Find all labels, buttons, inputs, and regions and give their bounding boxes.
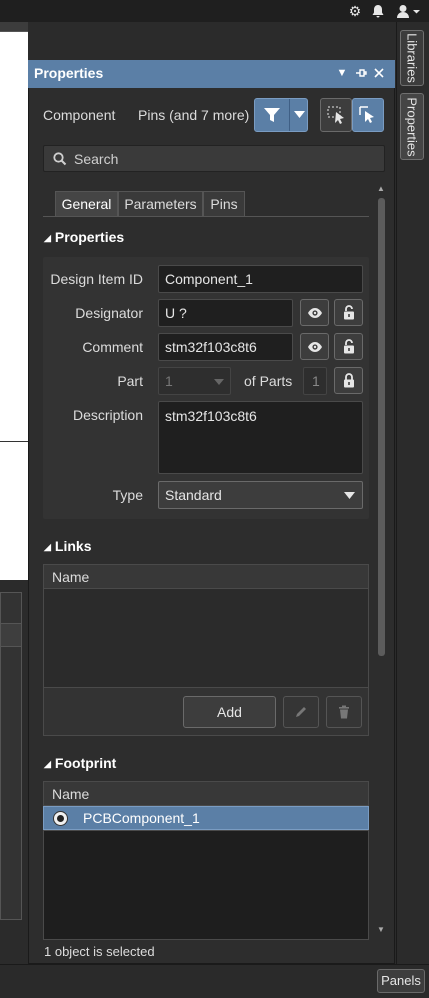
lock-icon bbox=[343, 373, 354, 388]
footprint-name: PCBComponent_1 bbox=[83, 810, 200, 826]
footprint-name-column: Name bbox=[52, 786, 90, 802]
type-label: Type bbox=[112, 487, 143, 503]
collapse-arrow-icon: ◢ bbox=[44, 542, 51, 552]
chevron-down-icon bbox=[344, 492, 355, 499]
description-label: Description bbox=[72, 407, 143, 423]
of-parts-label: of Parts bbox=[244, 373, 293, 389]
part-label: Part bbox=[117, 373, 143, 389]
close-icon[interactable] bbox=[372, 64, 386, 82]
properties-section-header[interactable]: ◢ Properties bbox=[44, 229, 124, 245]
designator-field[interactable]: U ? bbox=[158, 299, 293, 327]
collapse-arrow-icon: ◢ bbox=[44, 233, 51, 243]
links-table-header[interactable]: Name bbox=[43, 564, 369, 589]
chevron-down-icon bbox=[294, 111, 305, 118]
tab-libraries-label: Libraries bbox=[404, 33, 420, 83]
top-bar bbox=[0, 0, 429, 22]
tab-parameters[interactable]: Parameters bbox=[118, 191, 203, 217]
scrollbar-thumb[interactable] bbox=[378, 198, 385, 656]
eye-icon bbox=[307, 308, 322, 318]
links-section-header[interactable]: ◢ Links bbox=[44, 538, 92, 554]
canvas-wire bbox=[0, 441, 28, 442]
comment-visibility-button[interactable] bbox=[300, 333, 329, 360]
schematic-canvas[interactable] bbox=[0, 31, 28, 580]
description-field[interactable]: stm32f103c8t6 bbox=[158, 401, 363, 474]
chevron-down-icon bbox=[214, 379, 224, 385]
eye-icon bbox=[307, 342, 322, 352]
filter-pins-label: Pins (and 7 more) bbox=[138, 107, 250, 123]
selection-status: 1 object is selected bbox=[44, 944, 155, 959]
footprint-preview bbox=[43, 830, 369, 940]
select-touching-button[interactable] bbox=[352, 98, 384, 132]
gear-icon[interactable]: ⚙ bbox=[346, 2, 364, 20]
search-box[interactable] bbox=[43, 145, 385, 172]
scroll-up-icon[interactable]: ▲ bbox=[376, 184, 386, 194]
delete-link-button[interactable] bbox=[326, 696, 362, 728]
design-item-id-field[interactable]: Component_1 bbox=[158, 265, 363, 293]
side-tab-bar bbox=[396, 22, 429, 964]
designator-label: Designator bbox=[75, 305, 143, 321]
scroll-down-icon[interactable]: ▼ bbox=[376, 925, 386, 935]
type-select[interactable]: Standard bbox=[158, 481, 363, 509]
select-inside-icon bbox=[327, 106, 344, 124]
part-lock-button[interactable] bbox=[334, 367, 363, 394]
status-bar bbox=[0, 964, 429, 998]
links-section-title: Links bbox=[54, 538, 92, 554]
search-input[interactable] bbox=[74, 149, 374, 169]
footprint-table-header[interactable]: Name bbox=[43, 781, 369, 806]
panels-button[interactable]: Panels bbox=[377, 969, 425, 993]
table-row[interactable]: PCBComponent_1 bbox=[43, 806, 369, 830]
pin-icon[interactable] bbox=[354, 64, 368, 82]
radio-selected-icon[interactable] bbox=[52, 810, 69, 827]
tab-libraries[interactable]: Libraries bbox=[400, 30, 424, 86]
links-name-column: Name bbox=[52, 569, 90, 585]
panel-menu-icon[interactable]: ▼ bbox=[336, 64, 348, 82]
edit-link-button[interactable] bbox=[283, 696, 319, 728]
of-parts-value: 1 bbox=[303, 367, 327, 395]
type-select-value: Standard bbox=[165, 487, 222, 503]
unlock-icon bbox=[343, 339, 354, 354]
filter-button[interactable] bbox=[254, 98, 308, 132]
select-mode-button[interactable] bbox=[320, 98, 352, 132]
design-item-id-label: Design Item ID bbox=[50, 271, 143, 287]
tab-properties-label: Properties bbox=[404, 96, 420, 157]
select-touch-icon bbox=[359, 106, 374, 123]
tab-general[interactable]: General bbox=[55, 191, 118, 217]
part-select[interactable]: 1 bbox=[158, 367, 231, 395]
unlock-icon bbox=[343, 305, 354, 320]
tab-pins[interactable]: Pins bbox=[203, 191, 245, 217]
filter-icon bbox=[264, 108, 280, 122]
collapse-arrow-icon: ◢ bbox=[44, 759, 51, 769]
footprint-section-header[interactable]: ◢ Footprint bbox=[44, 755, 116, 771]
bell-icon[interactable] bbox=[370, 2, 386, 20]
panel-title: Properties bbox=[34, 65, 104, 81]
bottom-panel-header bbox=[0, 623, 22, 647]
filter-component-label: Component bbox=[43, 107, 116, 123]
designator-visibility-button[interactable] bbox=[300, 299, 329, 326]
tab-properties[interactable]: Properties bbox=[400, 93, 424, 160]
comment-field[interactable]: stm32f103c8t6 bbox=[158, 333, 293, 361]
search-icon bbox=[53, 152, 67, 166]
part-select-value: 1 bbox=[165, 373, 173, 389]
comment-lock-button[interactable] bbox=[334, 333, 363, 360]
designator-lock-button[interactable] bbox=[334, 299, 363, 326]
footprint-section-title: Footprint bbox=[54, 755, 117, 771]
comment-label: Comment bbox=[82, 339, 143, 355]
user-icon[interactable] bbox=[394, 2, 422, 20]
trash-icon bbox=[339, 705, 349, 719]
links-list[interactable] bbox=[44, 589, 368, 688]
pencil-icon bbox=[296, 707, 306, 717]
tab-divider bbox=[43, 216, 369, 217]
properties-section-title: Properties bbox=[54, 229, 125, 245]
add-link-button[interactable]: Add bbox=[183, 696, 276, 728]
